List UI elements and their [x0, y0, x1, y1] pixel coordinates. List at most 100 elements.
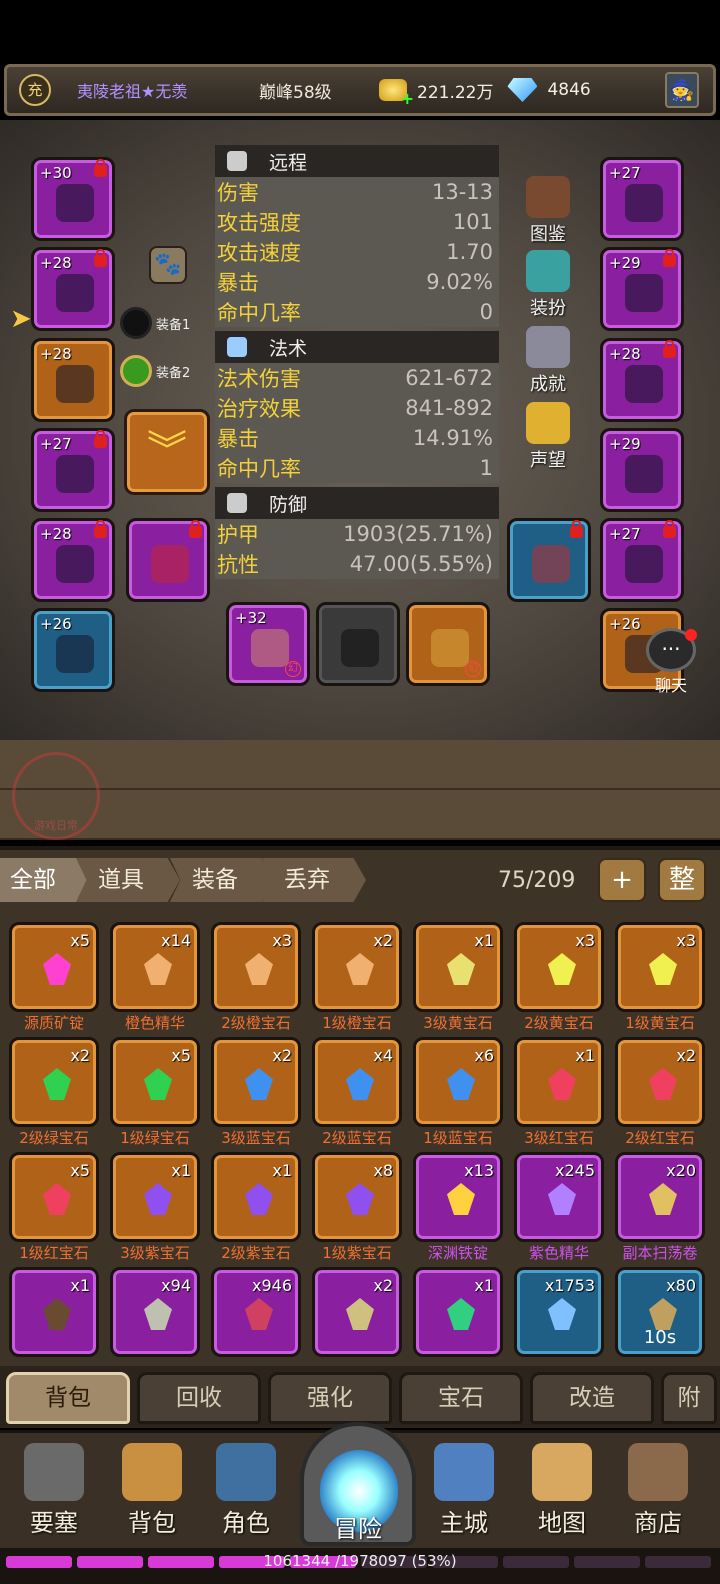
equip-slot-left-5[interactable]: +28 [31, 518, 115, 602]
item-frame[interactable]: x2 [9, 1037, 99, 1127]
bag-item[interactable]: x5 1级绿宝石 [110, 1037, 200, 1149]
filter-tab-4[interactable]: 丢弃 [262, 858, 366, 902]
item-frame[interactable]: x1 [110, 1152, 200, 1242]
main-hand-weapon-slot[interactable]: +32 幻 [226, 602, 310, 686]
item-frame[interactable]: x80 10s [615, 1267, 705, 1357]
item-frame[interactable]: x2 [211, 1037, 301, 1127]
item-frame[interactable]: x8 [312, 1152, 402, 1242]
bag-item[interactable]: x2 3级蓝宝石 [211, 1037, 301, 1149]
diamond-icon[interactable] [507, 78, 538, 102]
bag-item[interactable]: x2 1级橙宝石 [312, 922, 402, 1034]
item-frame[interactable]: x245 [514, 1152, 604, 1242]
equip-slot-right-1[interactable]: +27 [600, 157, 684, 241]
bag-item[interactable]: x3 2级橙宝石 [211, 922, 301, 1034]
equip-slot-left-4[interactable]: +27 [31, 428, 115, 512]
item-frame[interactable]: x14 [110, 922, 200, 1012]
expand-chevron-button[interactable]: ︾ [124, 409, 210, 495]
bag-item[interactable]: x5 源质矿锭 [9, 922, 99, 1034]
bag-item[interactable]: x245 紫色精华 [514, 1152, 604, 1264]
trinket-slot-1[interactable] [126, 518, 210, 602]
equip-slot-left-3[interactable]: +28 [31, 338, 115, 422]
bag-item[interactable]: x80 10s [615, 1267, 705, 1379]
bag-item[interactable]: x20 副本扫荡卷 [615, 1152, 705, 1264]
nav-bag[interactable]: 背包 [112, 1443, 192, 1538]
bag-item[interactable]: x13 深渊铁锭 [413, 1152, 503, 1264]
bag-item[interactable]: x2 2级红宝石 [615, 1037, 705, 1149]
item-frame[interactable]: x946 [211, 1267, 301, 1357]
bag-item[interactable]: x946 [211, 1267, 301, 1379]
equip-slot-right-4[interactable]: +29 [600, 428, 684, 512]
nav-shop[interactable]: 商店 [618, 1443, 698, 1538]
sub-tab-3[interactable]: 强化 [268, 1372, 392, 1424]
shield-slot[interactable] [316, 602, 400, 686]
bag-item[interactable]: x1 3级黄宝石 [413, 922, 503, 1034]
item-frame[interactable]: x1753 [514, 1267, 604, 1357]
bag-item[interactable]: x1 [413, 1267, 503, 1379]
equip-slot-right-5[interactable]: +27 [600, 518, 684, 602]
pet-paw-button[interactable]: 🐾 [149, 246, 187, 284]
sub-tab-5[interactable]: 改造 [530, 1372, 654, 1424]
item-frame[interactable]: x94 [110, 1267, 200, 1357]
wizard-portrait-icon[interactable]: 🧙 [665, 72, 699, 108]
bag-item[interactable]: x3 1级黄宝石 [615, 922, 705, 1034]
item-frame[interactable]: x5 [9, 1152, 99, 1242]
nav-character[interactable]: 角色 [206, 1443, 286, 1538]
sub-tab-4[interactable]: 宝石 [399, 1372, 523, 1424]
equip-set-2[interactable]: 装备2 [120, 355, 190, 387]
item-frame[interactable]: x20 [615, 1152, 705, 1242]
bag-item[interactable]: x14 橙色精华 [110, 922, 200, 1034]
expand-bag-button[interactable]: + [598, 858, 646, 902]
filter-tab-2[interactable]: 道具 [76, 858, 180, 902]
item-frame[interactable]: x2 [615, 1037, 705, 1127]
achievement-button[interactable]: 成就 [516, 326, 580, 396]
bag-item[interactable]: x1 3级紫宝石 [110, 1152, 200, 1264]
reputation-button[interactable]: 声望 [516, 402, 580, 472]
bag-item[interactable]: x3 2级黄宝石 [514, 922, 604, 1034]
equip-set-1-toggle[interactable] [120, 307, 152, 339]
item-frame[interactable]: x3 [514, 922, 604, 1012]
equip-set-1[interactable]: 装备1 [120, 307, 190, 339]
sub-tab-2[interactable]: 回收 [137, 1372, 261, 1424]
bag-item[interactable]: x4 2级蓝宝石 [312, 1037, 402, 1149]
player-name[interactable]: 夷陵老祖★无羡 [77, 78, 227, 102]
item-frame[interactable]: x2 [312, 922, 402, 1012]
nav-main-city[interactable]: 主城 [424, 1443, 504, 1538]
item-frame[interactable]: x4 [312, 1037, 402, 1127]
bag-item[interactable]: x94 [110, 1267, 200, 1379]
nav-map[interactable]: 地图 [522, 1443, 602, 1538]
bag-item[interactable]: x2 2级绿宝石 [9, 1037, 99, 1149]
item-frame[interactable]: x2 [312, 1267, 402, 1357]
filter-tab-3[interactable]: 装备 [170, 858, 274, 902]
equip-slot-right-3[interactable]: +28 [600, 338, 684, 422]
equip-slot-right-2[interactable]: +29 [600, 247, 684, 331]
sort-bag-button[interactable]: 整 [658, 858, 706, 902]
sub-tab-6[interactable]: 附 [661, 1372, 717, 1424]
item-frame[interactable]: x1 [9, 1267, 99, 1357]
item-frame[interactable]: x3 [211, 922, 301, 1012]
outfit-button[interactable]: 装扮 [516, 250, 580, 320]
trinket-slot-2[interactable] [507, 518, 591, 602]
item-frame[interactable]: x6 [413, 1037, 503, 1127]
equip-slot-left-6[interactable]: +26 [31, 608, 115, 692]
item-frame[interactable]: x1 [211, 1152, 301, 1242]
gold-coin-icon[interactable] [379, 79, 414, 108]
bag-item[interactable]: x8 1级紫宝石 [312, 1152, 402, 1264]
bag-item[interactable]: x2 [312, 1267, 402, 1379]
bag-item[interactable]: x1 3级红宝石 [514, 1037, 604, 1149]
item-frame[interactable]: x5 [9, 922, 99, 1012]
equip-set-2-toggle[interactable] [120, 355, 152, 387]
item-frame[interactable]: x5 [110, 1037, 200, 1127]
off-hand-weapon-slot[interactable]: 幻 [406, 602, 490, 686]
item-frame[interactable]: x13 [413, 1152, 503, 1242]
equip-slot-left-1[interactable]: +30 [31, 157, 115, 241]
nav-fortress[interactable]: 要塞 [14, 1443, 94, 1538]
bag-item[interactable]: x1 [9, 1267, 99, 1379]
bag-item[interactable]: x1753 [514, 1267, 604, 1379]
bag-item[interactable]: x5 1级红宝石 [9, 1152, 99, 1264]
recharge-badge-icon[interactable]: 充 [19, 74, 51, 106]
item-frame[interactable]: x1 [514, 1037, 604, 1127]
chat-button[interactable]: ··· 聊天 [640, 628, 702, 695]
item-frame[interactable]: x3 [615, 922, 705, 1012]
codex-button[interactable]: 图鉴 [516, 176, 580, 246]
nav-adventure[interactable]: 冒险 [300, 1422, 416, 1546]
